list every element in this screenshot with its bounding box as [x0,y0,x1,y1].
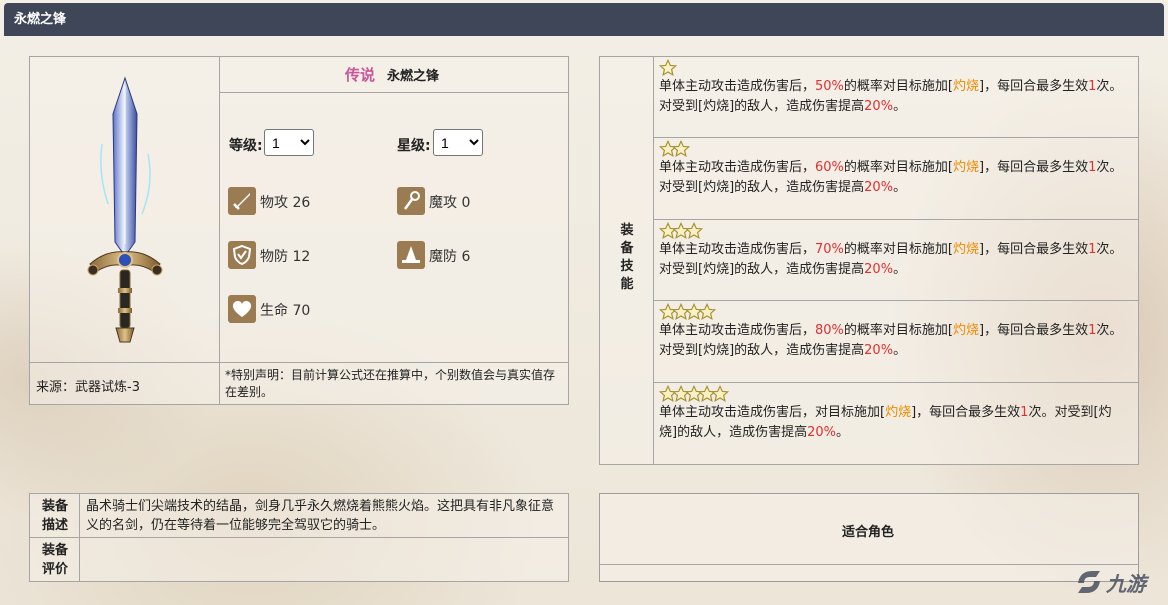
skill-stars-2 [658,139,691,158]
equip-source: 来源：武器试炼-3 [36,380,140,395]
skill-damage-boost: 20% [864,99,894,114]
skill-text-part: ]，每回合最多生效 [979,242,1089,257]
skill-text-part: ]，每回合最多生效 [979,160,1089,175]
evaluation-label: 装备评价 [41,543,68,577]
skill-text-part: 的概率对目标施加[ [843,160,953,175]
star-icon [697,302,717,321]
skill-text-part: ]，每回合最多生效 [911,405,1021,420]
skill-text-part: 。 [893,99,907,114]
skill-text-part: ]，每回合最多生效 [979,323,1089,338]
level-label: 等级: [229,138,263,154]
skill-keyword: 灼烧 [953,242,980,257]
skills-header: 装备技能 [620,223,634,292]
skill-text-part: 的概率对目标施加[ [843,242,953,257]
description-label: 装备描述 [41,499,68,533]
magic-attack-icon [397,187,425,215]
level-select[interactable]: 1 [264,129,314,156]
star-icon [658,58,678,77]
suitable-characters-label: 适合角色 [842,525,895,540]
skill-description-4: 单体主动攻击造成伤害后，80%的概率对目标施加[灼烧]，每回合最多生效1次。对受… [659,321,1129,361]
skill-stars-3 [658,221,704,240]
skill-keyword: 灼烧 [953,79,980,94]
skill-text-part: 单体主动攻击造成伤害后， [659,160,816,175]
skill-keyword: 灼烧 [953,323,980,338]
skill-text-part: 的概率对目标施加[ [843,323,953,338]
star-icon [710,384,730,403]
watermark-text: 九游 [1106,571,1146,596]
skill-description-5: 单体主动攻击造成伤害后，对目标施加[灼烧]，每回合最多生效1次。对受到[灼烧]的… [659,403,1129,443]
skill-stars-5 [658,384,730,403]
magic-defense-value: 魔防 6 [429,249,471,265]
description-text: 晶术骑士们尖端技术的结晶，剑身几乎永久燃烧着熊熊火焰。这把具有非凡象征意义的名剑… [86,499,555,533]
star-icon [671,139,691,158]
magic-attack-value: 魔攻 0 [429,195,471,211]
skill-damage-boost: 20% [864,180,894,195]
skill-text-part: 单体主动攻击造成伤害后， [659,79,816,94]
skill-keyword: 灼烧 [953,160,980,175]
physical-defense-icon [228,241,256,269]
health-value: 生命 70 [260,303,311,319]
skill-rate: 70% [815,242,844,257]
skill-text-part: 单体主动攻击造成伤害后， [659,242,816,257]
skill-description-1: 单体主动攻击造成伤害后，50%的概率对目标施加[灼烧]，每回合最多生效1次。对受… [659,77,1129,117]
skill-damage-boost: 20% [864,262,894,277]
star-select[interactable]: 1 [433,129,483,156]
skill-text-part: 。 [893,343,907,358]
skill-damage-boost: 20% [807,425,836,440]
sword-image [87,76,163,343]
skill-text-part: 的概率对目标施加[ [843,79,953,94]
skill-description-3: 单体主动攻击造成伤害后，70%的概率对目标施加[灼烧]，每回合最多生效1次。对受… [659,240,1129,280]
skill-rate: 80% [815,323,844,338]
skill-text-part: 单体主动攻击造成伤害后， [659,323,816,338]
health-icon [228,295,256,323]
skill-rate: 50% [815,79,844,94]
suitable-divider-1 [599,564,1139,565]
equip-name: 永燃之锋 [387,69,440,84]
skill-text-part: 。 [835,425,849,440]
skill-text-part: 。 [893,180,907,195]
skill-damage-boost: 20% [864,343,894,358]
star-icon [684,221,704,240]
skill-stars-4 [658,302,717,321]
skill-text-part: ]，每回合最多生效 [979,79,1089,94]
star-label: 星级: [397,138,431,154]
skill-text-part: 单体主动攻击造成伤害后，对目标施加[ [659,405,886,420]
skill-rate: 60% [815,160,844,175]
physical-defense-value: 物防 12 [260,249,311,265]
skill-stars-1 [658,58,678,77]
skill-description-2: 单体主动攻击造成伤害后，60%的概率对目标施加[灼烧]，每回合最多生效1次。对受… [659,158,1129,198]
skill-keyword: 灼烧 [885,405,912,420]
watermark-logo-icon [1078,571,1100,593]
eval-text-cell [79,537,569,582]
skill-text-part: 。 [893,262,907,277]
page-title: 永燃之锋 [4,3,1164,36]
equip-note: *特别声明：目前计算公式还在推算中，个别数值会与真实值存在差别。 [225,368,556,399]
physical-attack-value: 物攻 26 [260,195,311,211]
physical-attack-icon [228,187,256,215]
magic-defense-icon [397,241,425,269]
rarity-label: 传说 [345,66,376,84]
watermark: 九游 [1074,565,1146,599]
